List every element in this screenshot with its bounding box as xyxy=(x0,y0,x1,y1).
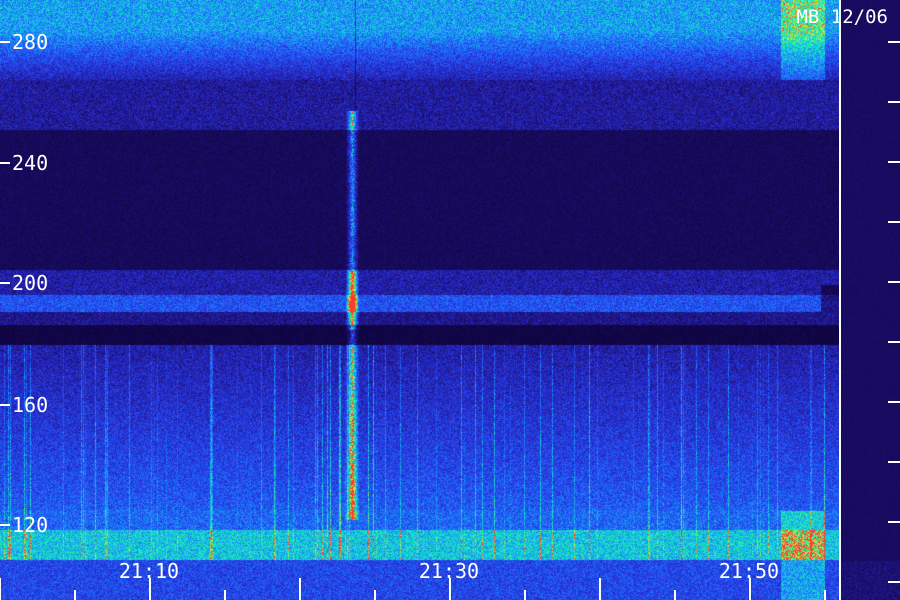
y-label-200: 200 xyxy=(12,271,49,295)
y-axis-ticks xyxy=(0,41,10,526)
axis-overlay xyxy=(0,0,900,600)
y-label-240: 240 xyxy=(12,151,49,175)
spectrogram-image: 280 240 200 160 120 21:10 21:30 21:50 MB… xyxy=(0,0,900,600)
x-label-2130: 21:30 xyxy=(418,559,480,583)
y-label-280: 280 xyxy=(12,30,49,54)
x-label-2110: 21:10 xyxy=(118,559,180,583)
date-stamp: MB 12/06 xyxy=(796,6,888,28)
y-label-120: 120 xyxy=(12,513,49,537)
x-label-2150: 21:50 xyxy=(718,559,780,583)
y-label-160: 160 xyxy=(12,393,49,417)
right-axis-ticks xyxy=(888,41,900,583)
